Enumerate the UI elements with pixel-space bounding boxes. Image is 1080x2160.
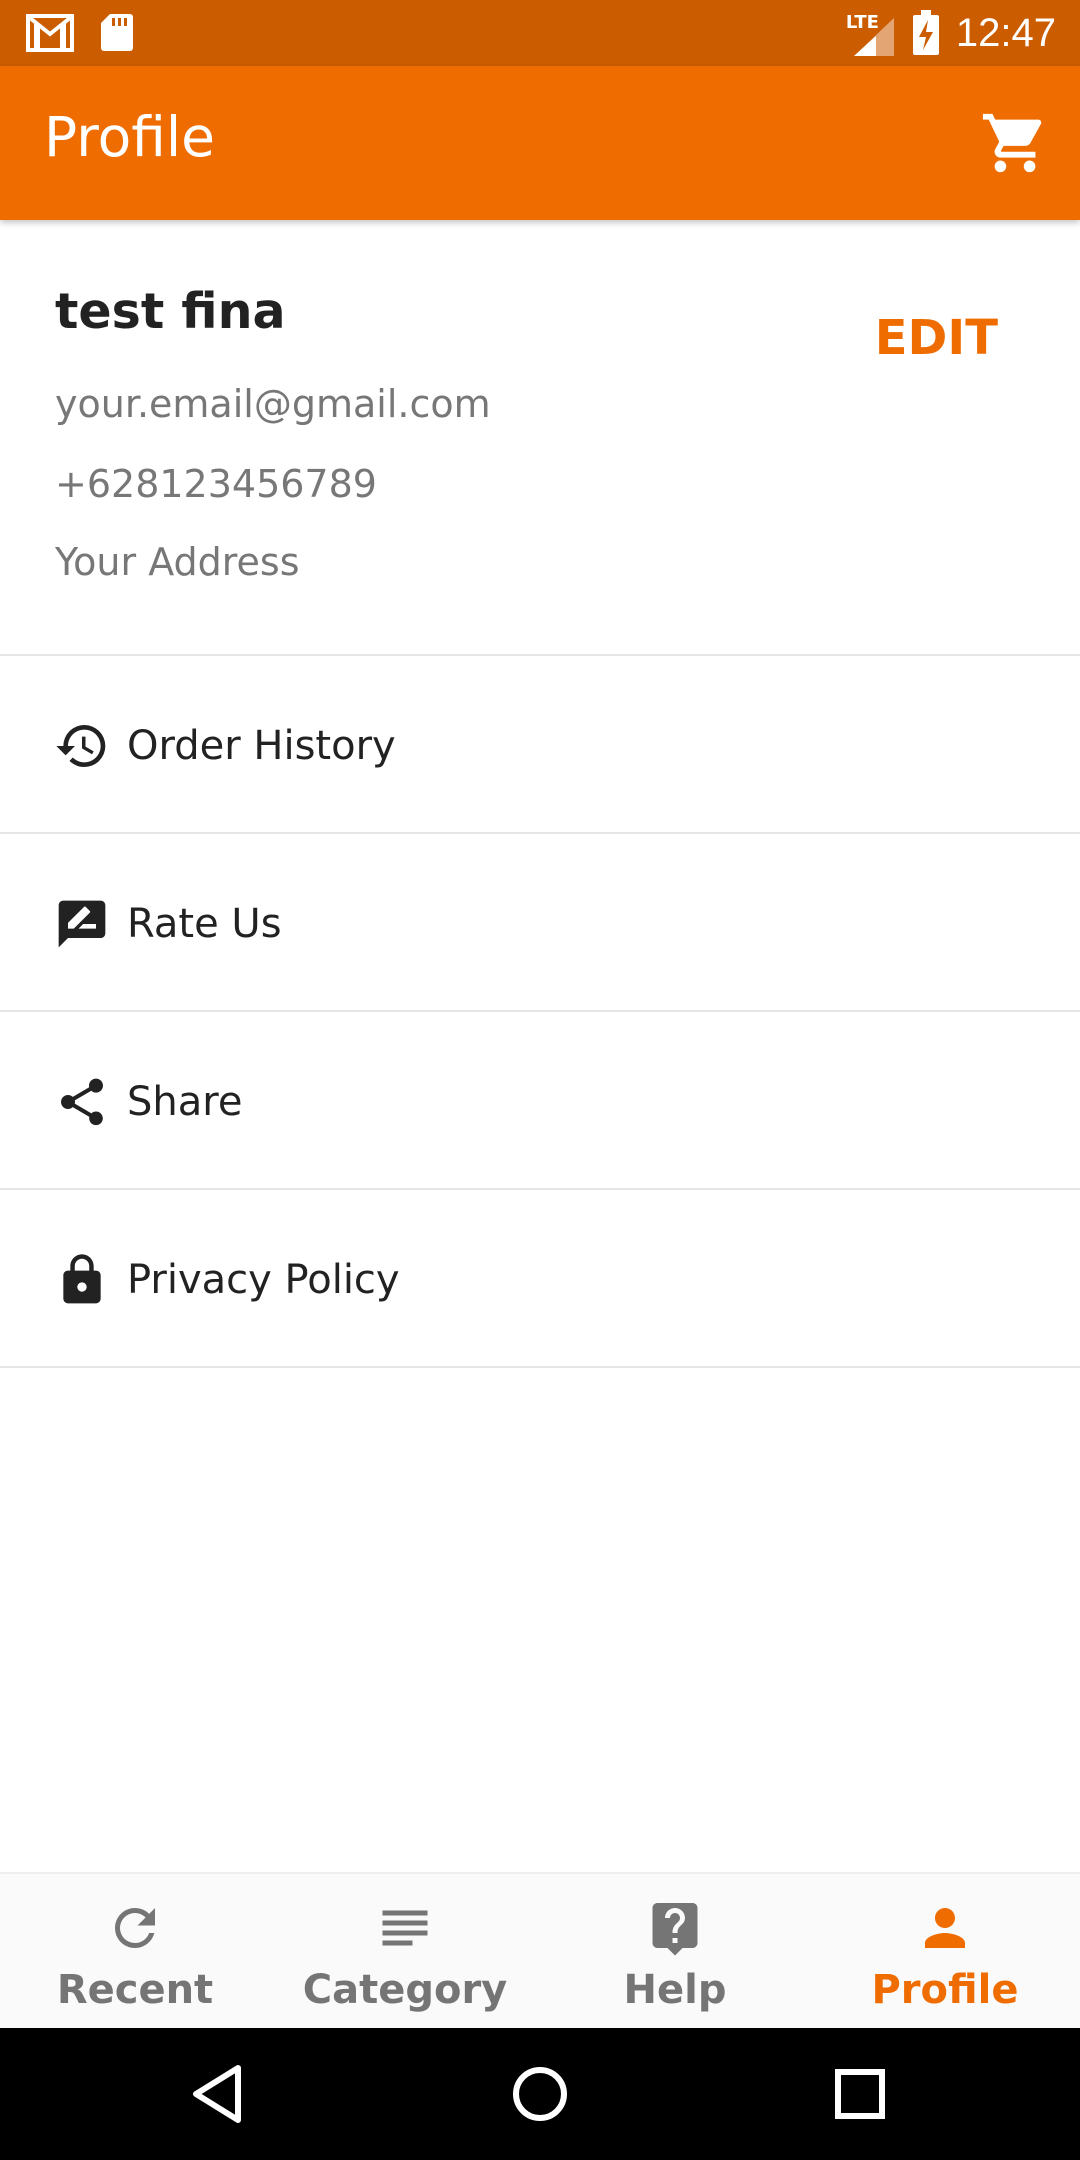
profile-name: test fina xyxy=(55,283,286,340)
person-icon xyxy=(925,1908,965,1948)
list-icon xyxy=(382,1910,428,1946)
nav-label: Category xyxy=(302,1967,508,2013)
nav-label: Recent xyxy=(56,1967,214,2013)
menu-item-label: Privacy Policy xyxy=(127,1257,400,1303)
help-icon xyxy=(652,1903,698,1956)
profile-phone: +628123456789 xyxy=(55,462,377,506)
nav-label: Help xyxy=(623,1967,727,2013)
battery-charging-icon xyxy=(912,10,939,55)
signal-indicator: LTE xyxy=(846,8,896,58)
menu-item-label: Share xyxy=(127,1079,243,1125)
gmail-icon xyxy=(26,14,74,52)
menu-item-label: Rate Us xyxy=(127,901,282,947)
nav-profile[interactable]: Profile xyxy=(810,1874,1080,2030)
back-icon[interactable] xyxy=(186,2060,254,2128)
menu-item-privacy-policy[interactable]: Privacy Policy xyxy=(0,1190,1080,1368)
bottom-navigation: Recent Category Help Profile xyxy=(0,1872,1080,2028)
status-bar: LTE 12:47 xyxy=(0,0,1080,66)
menu-item-rate-us[interactable]: Rate Us xyxy=(0,834,1080,1012)
lock-icon xyxy=(63,1254,101,1304)
recents-icon[interactable] xyxy=(826,2060,894,2128)
system-navigation-bar xyxy=(0,2028,1080,2160)
profile-card: test fina EDIT your.email@gmail.com +628… xyxy=(0,220,1080,656)
clock: 12:47 xyxy=(955,11,1056,55)
history-icon xyxy=(56,725,106,767)
home-icon[interactable] xyxy=(506,2060,574,2128)
menu-item-order-history[interactable]: Order History xyxy=(0,656,1080,834)
nav-label: Profile xyxy=(871,1967,1019,2013)
signal-icon xyxy=(853,18,894,56)
rate-review-icon xyxy=(58,900,106,948)
sd-card-icon xyxy=(101,14,133,51)
app-bar: Profile xyxy=(0,66,1080,220)
edit-button[interactable]: EDIT xyxy=(875,308,998,368)
nav-recent[interactable]: Recent xyxy=(0,1874,270,2030)
page-title: Profile xyxy=(44,105,216,169)
nav-help[interactable]: Help xyxy=(540,1874,810,2030)
nav-category[interactable]: Category xyxy=(270,1874,540,2030)
refresh-icon xyxy=(115,1908,155,1948)
menu-item-share[interactable]: Share xyxy=(0,1012,1080,1190)
cart-button[interactable] xyxy=(980,108,1050,178)
menu-item-label: Order History xyxy=(127,723,396,769)
profile-email: your.email@gmail.com xyxy=(55,382,491,426)
share-icon xyxy=(61,1078,103,1126)
cart-icon xyxy=(982,113,1042,173)
profile-address: Your Address xyxy=(55,540,300,584)
